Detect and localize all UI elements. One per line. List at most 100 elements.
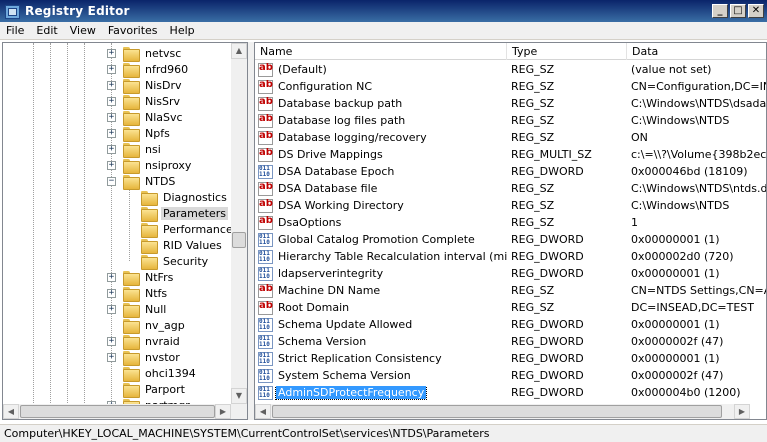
tree-item[interactable]: + Ntfs (107, 285, 169, 302)
tree-item[interactable]: nv_agp (107, 317, 187, 334)
value-name-cell: Schema Version (255, 334, 507, 349)
expand-icon[interactable]: + (107, 336, 116, 346)
expand-icon[interactable]: + (107, 96, 116, 106)
tree-item[interactable]: + nvraid (107, 333, 182, 350)
expand-icon[interactable]: + (107, 64, 116, 74)
tree-item[interactable]: Diagnostics (125, 189, 229, 206)
tree-scroll-left-button[interactable]: ◀ (3, 404, 19, 419)
value-data: C:\Windows\NTDS (631, 199, 730, 212)
registry-value-row[interactable]: ldapserverintegrity REG_DWORD 0x00000001 (… (255, 265, 766, 282)
tree-scroll-right-button[interactable]: ▶ (215, 404, 231, 419)
registry-value-row[interactable]: DSA Working Directory REG_SZ C:\Windows\NT… (255, 197, 766, 214)
column-header-type[interactable]: Type (507, 43, 627, 60)
registry-value-row[interactable]: Configuration NC REG_SZ CN=Configuration,D… (255, 78, 766, 95)
registry-value-row[interactable]: Machine DN Name REG_SZ CN=NTDS Settings,CN… (255, 282, 766, 299)
list-scroll-right-button[interactable]: ▶ (734, 404, 750, 419)
value-name: DS Drive Mappings (278, 148, 383, 161)
menu-favorites[interactable]: Favorites (102, 24, 164, 37)
value-data: 0x00000001 (1) (631, 267, 720, 280)
list-scroll-left-button[interactable]: ◀ (255, 404, 271, 419)
registry-value-row[interactable]: Database backup path REG_SZ C:\Windows\NTD… (255, 95, 766, 112)
registry-value-row[interactable]: DSA Database file REG_SZ C:\Windows\NTDS\n… (255, 180, 766, 197)
value-data: 0x00000001 (1) (631, 233, 720, 246)
registry-tree-pane[interactable]: + netvsc + nfrd960 + NisDrv + NisSrv + NlaSvc + Npf… (2, 42, 248, 420)
value-name: DSA Database Epoch (278, 165, 395, 178)
menu-edit[interactable]: Edit (30, 24, 63, 37)
maximize-button[interactable]: □ (730, 4, 746, 18)
expand-icon[interactable]: + (107, 80, 116, 90)
tree-item[interactable]: − NTDS (107, 173, 177, 190)
tree-item[interactable]: + nvstor (107, 349, 182, 366)
tree-item[interactable]: Performance (125, 221, 232, 238)
value-name-cell: DSA Database file (255, 181, 507, 196)
list-hscroll-thumb[interactable] (272, 405, 722, 418)
tree-item[interactable]: + netvsc (107, 45, 183, 62)
close-button[interactable]: ✕ (748, 4, 764, 18)
tree-item[interactable]: + nfrd960 (107, 61, 190, 78)
tree-hscroll-thumb[interactable] (20, 405, 215, 418)
value-type: REG_SZ (511, 97, 555, 110)
list-horizontal-scrollbar[interactable]: ◀ ▶ (255, 404, 750, 419)
menu-file[interactable]: File (0, 24, 30, 37)
value-type: REG_SZ (511, 114, 555, 127)
menu-view[interactable]: View (64, 24, 102, 37)
tree-item[interactable]: + nsi (107, 141, 163, 158)
menu-help[interactable]: Help (164, 24, 201, 37)
registry-value-row[interactable]: Hierarchy Table Recalculation interval (… (255, 248, 766, 265)
registry-value-row[interactable]: DsaOptions REG_SZ 1 (255, 214, 766, 231)
expand-icon[interactable]: + (107, 48, 116, 58)
registry-value-row[interactable]: Global Catalog Promotion Complete REG_DWO… (255, 231, 766, 248)
expand-icon[interactable]: + (107, 352, 116, 362)
tree-horizontal-scrollbar[interactable]: ◀ ▶ (3, 404, 231, 419)
value-name: AdminSDProtectFrequency (274, 385, 428, 400)
tree-item[interactable]: + Null (107, 301, 168, 318)
collapse-icon[interactable]: − (107, 176, 116, 186)
registry-value-row[interactable]: Root Domain REG_SZ DC=INSEAD,DC=TEST (255, 299, 766, 316)
tree-item[interactable]: RID Values (125, 237, 224, 254)
expand-icon[interactable]: + (107, 272, 116, 282)
tree-item[interactable]: + NtFrs (107, 269, 175, 286)
tree-item[interactable]: + nsiproxy (107, 157, 193, 174)
registry-value-row[interactable]: Strict Replication Consistency REG_DWORD 0… (255, 350, 766, 367)
registry-value-row[interactable]: Database logging/recovery REG_SZ ON (255, 129, 766, 146)
binary-value-icon (258, 351, 273, 366)
registry-value-row[interactable]: (Default) REG_SZ (value not set) (255, 61, 766, 78)
registry-value-row[interactable]: DSA Database Epoch REG_DWORD 0x000046bd (1… (255, 163, 766, 180)
values-list: (Default) REG_SZ (value not set) Configurat… (255, 60, 766, 403)
expand-icon[interactable]: + (107, 112, 116, 122)
tree-item[interactable]: + NisDrv (107, 77, 184, 94)
registry-value-row[interactable]: Database log files path REG_SZ C:\Windows\… (255, 112, 766, 129)
expand-icon[interactable]: + (107, 144, 116, 154)
tree-scroll-up-button[interactable]: ▲ (231, 43, 247, 59)
tree-item[interactable]: Parameters (125, 205, 228, 222)
expand-icon[interactable]: + (107, 160, 116, 170)
tree-vertical-scrollbar[interactable]: ▲ ▼ (231, 43, 247, 404)
registry-value-row[interactable]: AdminSDProtectFrequency REG_DWORD 0x000004… (255, 384, 766, 401)
expand-icon[interactable]: + (107, 304, 116, 314)
tree-item[interactable]: + Npfs (107, 125, 172, 142)
tree-scroll-down-button[interactable]: ▼ (231, 388, 247, 404)
column-header-name[interactable]: Name (255, 43, 507, 60)
folder-icon (123, 334, 140, 350)
binary-value-icon (258, 334, 273, 349)
tree-item[interactable]: Security (125, 253, 210, 270)
value-name: DSA Working Directory (278, 199, 404, 212)
value-name-cell: Database backup path (255, 96, 507, 111)
tree-scroll-thumb[interactable] (232, 232, 246, 248)
tree-item[interactable]: + NlaSvc (107, 109, 185, 126)
registry-values-pane[interactable]: Name Type Data (Default) REG_SZ (value not… (254, 42, 767, 420)
registry-value-row[interactable]: Schema Update Allowed REG_DWORD 0x00000001… (255, 316, 766, 333)
value-name: Configuration NC (278, 80, 373, 93)
registry-value-row[interactable]: System Schema Version REG_DWORD 0x0000002f… (255, 367, 766, 384)
tree-item[interactable]: ohci1394 (107, 365, 198, 382)
expand-icon[interactable]: + (107, 288, 116, 298)
tree-item[interactable]: Parport (107, 381, 187, 398)
registry-value-row[interactable]: DS Drive Mappings REG_MULTI_SZ c:\=\\?\Vol… (255, 146, 766, 163)
minimize-button[interactable]: _ (712, 4, 728, 18)
tree-item[interactable]: + NisSrv (107, 93, 182, 110)
value-data: C:\Windows\NTDS\dsadata (631, 97, 766, 110)
registry-value-row[interactable]: Schema Version REG_DWORD 0x0000002f (47) (255, 333, 766, 350)
expand-icon[interactable]: + (107, 128, 116, 138)
value-name: Hierarchy Table Recalculation interval (… (278, 250, 507, 263)
column-header-data[interactable]: Data (627, 43, 766, 60)
